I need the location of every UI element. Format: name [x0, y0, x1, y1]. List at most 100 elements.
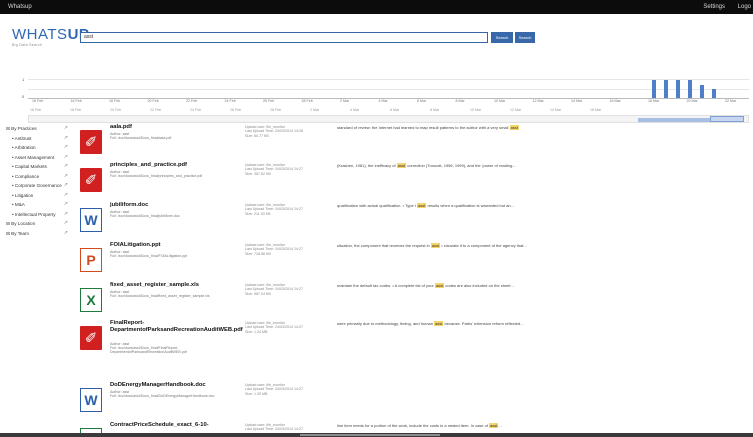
facet-toggle-icon[interactable]: ↗	[64, 201, 68, 208]
result-filename-link[interactable]: FOIALitigation.ppt	[110, 242, 238, 249]
timeline-bar[interactable]	[688, 80, 692, 98]
search-input[interactable]: asst	[80, 32, 488, 43]
facet-item[interactable]: ⊟ By Practices ↗	[6, 125, 70, 132]
timeline-bar[interactable]	[652, 80, 656, 98]
timeline-tick-label: 4 Mar	[378, 99, 388, 103]
result-upload-meta: Upload user: file_monitor Last Upload Ti…	[245, 321, 303, 334]
scrollbar-thumb[interactable]	[300, 434, 440, 436]
horizontal-scrollbar[interactable]	[0, 433, 753, 437]
snippet-text: because. Parks' extension reform reflect…	[443, 321, 524, 326]
facet-item[interactable]: ⊟ By Team ↗	[6, 230, 70, 237]
facet-toggle-icon[interactable]: ↗	[64, 230, 68, 237]
timeline-bar[interactable]	[664, 80, 668, 98]
facet-toggle-icon[interactable]: ↗	[64, 182, 68, 189]
timeline-navigator-tick: 16 Feb	[30, 108, 42, 112]
snippet-text: qualification with actual qualification.…	[337, 203, 418, 208]
whatsup-logo[interactable]: WHATSUP Big Data Search	[12, 26, 89, 47]
facet-toggle-icon[interactable]: ↗	[64, 135, 68, 142]
result-snippet: standard of review: the Internet had lea…	[337, 125, 747, 130]
timeline-tick-label: 22 Feb	[186, 99, 198, 103]
facet-item[interactable]: • Antitrust ↗	[6, 135, 70, 142]
app-brand[interactable]: Whatsup	[8, 4, 32, 10]
result-filename-link[interactable]: ContractPriceSchedule_exact_6-10-	[110, 422, 238, 429]
navigator-range-handle[interactable]	[710, 116, 744, 122]
pdf-file-icon[interactable]: ✐	[80, 168, 102, 192]
facet-item[interactable]: • Arbitration ↗	[6, 144, 70, 151]
facet-item[interactable]: • Asset Management ↗	[6, 154, 70, 161]
timeline-bar[interactable]	[676, 80, 680, 98]
result-snippet: situation, the component that receives t…	[337, 243, 747, 248]
facet-toggle-icon[interactable]: ↗	[64, 144, 68, 151]
timeline-navigator-tick: 6 Mar	[390, 108, 400, 112]
snippet-text: maintain the default tax codes. • A comp…	[337, 283, 435, 288]
pdf-file-icon[interactable]: ✐	[80, 326, 102, 350]
timeline-chart[interactable]: 1 0 16 Feb 16 Feb 18 Feb 20 Feb 22 Feb 24 Feb…	[22, 68, 749, 126]
result-filename-link[interactable]: FinalReport-DepartmentofParksandRecreati…	[110, 320, 243, 333]
facet-sidebar: ⊟ By Practices ↗ • Antitrust ↗ • Arbitration…	[6, 125, 70, 240]
snippet-text: (Krashen, 1981), the inefficacy of	[337, 163, 397, 168]
result-filename-link[interactable]: jubiliform.doc	[110, 202, 238, 209]
search-button[interactable]: Search	[491, 32, 513, 43]
facet-label: Arbitration	[14, 145, 36, 150]
result-upload-meta: Upload user: file_monitor Last Upload Ti…	[245, 163, 303, 176]
snippet-text: standard of review: the Internet had lea…	[337, 125, 510, 130]
timeline-tick-label: 22 Mar	[725, 99, 737, 103]
result-filename-link[interactable]: aala.pdf	[110, 124, 238, 131]
result-upload-meta: Upload user: file_monitor Last Upload Ti…	[245, 203, 303, 216]
settings-link[interactable]: Settings	[703, 4, 725, 10]
timeline-bar[interactable]	[700, 85, 704, 98]
timeline-tick-label: 18 Mar	[648, 99, 660, 103]
result-path-meta: Author: asst Full: /srv/docs/asst/Docs_f…	[110, 210, 180, 219]
result-filename-link[interactable]: DoDEnergyManagerHandbook.doc	[110, 382, 238, 389]
result-filename-link[interactable]: principles_and_practice.pdf	[110, 162, 238, 169]
facet-label: Intellectual Property	[14, 211, 56, 217]
timeline-tick-label: 2 Mar	[340, 99, 350, 103]
facet-label: M&A	[14, 202, 25, 207]
facet-toggle-icon[interactable]: ↗	[64, 220, 68, 227]
facet-item[interactable]: • M&A ↗	[6, 201, 70, 208]
logout-link[interactable]: Logo	[738, 4, 751, 10]
timeline-navigator-tick: 8 Mar	[430, 108, 440, 112]
timeline-tick-label: 12 Mar	[532, 99, 544, 103]
xls-file-icon[interactable]: X	[80, 288, 102, 312]
result-path-meta: Author: asst Full: /srv/docs/asst/Docs_f…	[110, 390, 215, 399]
ppt-glyph-icon: P	[80, 248, 102, 272]
timeline-navigator[interactable]	[28, 115, 749, 123]
result-path-meta: Author: asst Full: /srv/docs/asst/Docs_f…	[110, 250, 188, 259]
pdf-glyph-icon: ✐	[80, 130, 102, 154]
snippet-text: • circulate it to a component of the age…	[440, 243, 527, 248]
timeline-navigator-tick: 26 Feb	[230, 108, 242, 112]
timeline-x-axis	[28, 98, 749, 99]
timeline-navigator-tick: 10 Mar	[470, 108, 482, 112]
facet-item[interactable]: • Intellectual Property ↗	[6, 211, 70, 218]
timeline-tick-label: 24 Feb	[224, 99, 236, 103]
timeline-navigator-tick: 24 Feb	[190, 108, 202, 112]
facet-item[interactable]: • Litigation ↗	[6, 192, 70, 199]
facet-toggle-icon[interactable]: ↗	[64, 211, 68, 218]
doc-file-icon[interactable]: W	[80, 388, 102, 412]
result-filename-link[interactable]: fixed_asset_register_sample.xls	[110, 282, 238, 289]
advanced-search-button[interactable]: Search	[515, 32, 535, 43]
facet-toggle-icon[interactable]: ↗	[64, 125, 68, 132]
snippet-highlight: asst	[509, 125, 519, 130]
facet-item[interactable]: • Compliance ↗	[6, 173, 70, 180]
ppt-file-icon[interactable]: P	[80, 248, 102, 272]
facet-toggle-icon[interactable]: ↗	[64, 154, 68, 161]
navigator-series	[638, 118, 712, 122]
timeline-gridline	[28, 79, 749, 80]
result-upload-meta: Upload user: file_monitor Last Upload Ti…	[245, 283, 303, 296]
timeline-tick-label: 16 Mar	[609, 99, 621, 103]
result-snippet: maintain the default tax codes. • A comp…	[337, 283, 747, 288]
facet-item[interactable]: • Corporate Governance ↗	[6, 182, 70, 189]
facet-toggle-icon[interactable]: ↗	[64, 173, 68, 180]
facet-toggle-icon[interactable]: ↗	[64, 163, 68, 170]
facet-toggle-icon[interactable]: ↗	[64, 192, 68, 199]
doc-file-icon[interactable]: W	[80, 208, 102, 232]
facet-item[interactable]: • Capital Markets ↗	[6, 163, 70, 170]
timeline-bar[interactable]	[712, 89, 716, 98]
timeline-tick-label: 26 Feb	[263, 99, 275, 103]
xls-glyph-icon: X	[80, 288, 102, 312]
timeline-tick-label: 20 Mar	[686, 99, 698, 103]
pdf-file-icon[interactable]: ✐	[80, 130, 102, 154]
facet-item[interactable]: ⊟ By Location ↗	[6, 220, 70, 227]
